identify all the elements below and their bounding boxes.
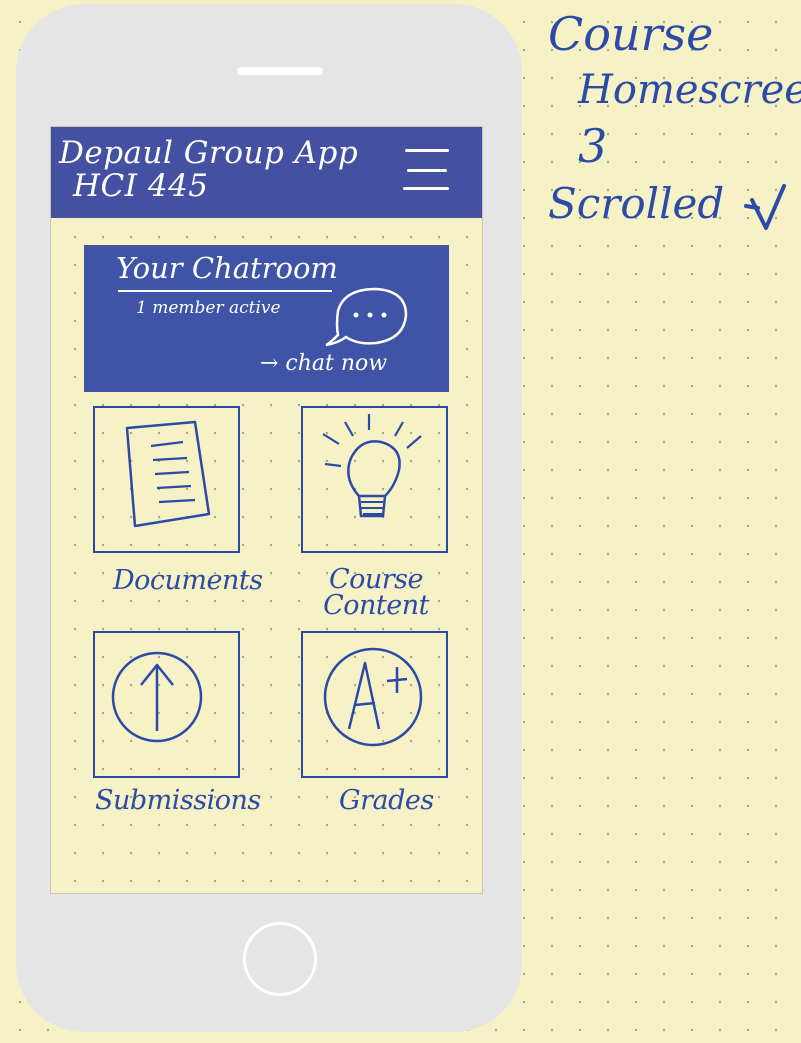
chatroom-title: Your Chatroom xyxy=(116,251,338,285)
course-content-label-text: Course Content xyxy=(323,564,429,621)
upload-arrow-icon xyxy=(111,651,203,743)
chatroom-member-count: 1 member active xyxy=(136,298,281,318)
course-content-label: Course Content xyxy=(311,564,441,621)
chatroom-card[interactable]: Your Chatroom 1 member active → chat now xyxy=(84,245,449,392)
course-code: HCI 445 xyxy=(73,168,209,204)
grade-a-plus-icon xyxy=(323,647,423,747)
course-content-tile[interactable] xyxy=(301,406,448,553)
chatroom-title-underline xyxy=(118,290,332,292)
grades-label: Grades xyxy=(339,785,434,816)
annotation-line-3: 3 xyxy=(578,119,608,173)
submissions-label: Submissions xyxy=(95,785,261,816)
grades-tile[interactable] xyxy=(301,631,448,778)
document-icon xyxy=(125,420,211,528)
app-title: Depaul Group App HCI 445 xyxy=(59,137,389,203)
documents-label: Documents xyxy=(113,565,263,596)
app-header: Depaul Group App HCI 445 xyxy=(51,127,482,218)
annotation-line-4: Scrolled xyxy=(548,179,725,228)
phone-speaker xyxy=(237,67,323,75)
app-name: Depaul Group App xyxy=(59,135,359,171)
lightbulb-icon xyxy=(322,414,422,518)
documents-tile[interactable] xyxy=(93,406,240,553)
chat-now-link[interactable]: → chat now xyxy=(260,351,387,377)
annotation-line-1: Course xyxy=(548,7,714,61)
annotation-line-2: Homescreen xyxy=(578,67,801,113)
home-button[interactable] xyxy=(243,922,317,996)
screen-annotation: Course Homescreen 3 Scrolled xyxy=(548,6,801,234)
submissions-tile[interactable] xyxy=(93,631,240,778)
hamburger-menu-icon[interactable] xyxy=(403,149,451,195)
down-arrow-icon xyxy=(744,184,786,230)
phone-screen: Depaul Group App HCI 445 Your Chatroom 1… xyxy=(50,126,483,894)
speech-bubble-icon xyxy=(325,287,408,347)
annotation-line-4-row: Scrolled xyxy=(548,174,798,234)
